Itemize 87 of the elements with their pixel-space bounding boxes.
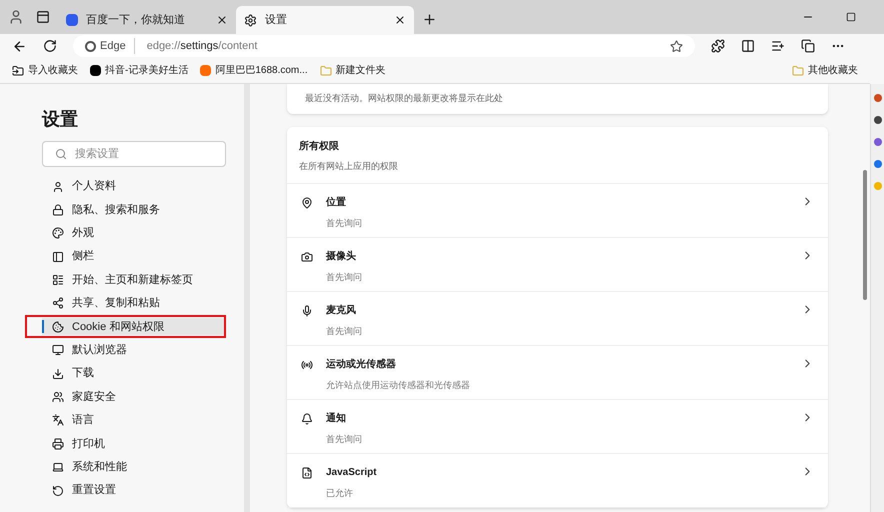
lock-icon xyxy=(52,204,64,216)
signal-icon xyxy=(301,359,313,371)
maximize-icon[interactable] xyxy=(846,12,856,22)
url-text: edge://settings/content xyxy=(146,38,258,54)
settings-icon xyxy=(244,14,257,26)
nav-item[interactable]: 共享、复制和粘贴 xyxy=(42,294,226,312)
search-icon xyxy=(55,148,67,160)
profile-icon[interactable] xyxy=(8,9,24,25)
bookmark-item[interactable]: 阿里巴巴1688.com... xyxy=(200,63,308,78)
settings-title: 设置 xyxy=(42,108,79,131)
collections-icon[interactable] xyxy=(801,39,815,53)
nav-item[interactable]: 打印机 xyxy=(42,435,226,452)
panel-icon xyxy=(52,250,64,263)
location-pin-icon xyxy=(301,197,313,209)
bookmark-item[interactable]: 新建文件夹 xyxy=(320,63,386,78)
nav-item[interactable]: 重置设置 xyxy=(42,482,226,500)
permission-row[interactable]: 通知 首先询问 xyxy=(287,400,828,454)
share-icon xyxy=(52,297,64,310)
nav-item[interactable]: 家庭安全 xyxy=(42,388,226,406)
permission-status: 首先询问 xyxy=(326,325,363,338)
recent-activity-text: 最近没有活动。网站权限的最新更改将显示在此处 xyxy=(305,92,504,105)
permission-status: 首先询问 xyxy=(326,433,363,446)
permission-row[interactable]: 运动或光传感器 允许站点使用运动传感器和光传感器 xyxy=(287,346,828,400)
bookmark-item[interactable]: 抖音-记录美好生活 xyxy=(90,63,188,78)
monitor-icon xyxy=(52,344,64,356)
script-icon xyxy=(301,467,313,479)
tab-title: 百度一下，你就知道 xyxy=(86,12,186,28)
microphone-icon xyxy=(301,305,313,317)
bell-icon xyxy=(301,413,313,425)
profile-icon xyxy=(52,180,64,192)
permission-name: 摄像头 xyxy=(326,250,357,264)
palette-icon xyxy=(52,227,64,240)
new-tab-icon[interactable] xyxy=(422,12,437,27)
reset-icon xyxy=(52,484,64,497)
permission-name: 麦克风 xyxy=(326,304,357,318)
nav-item[interactable]: 隐私、搜索和服务 xyxy=(42,201,226,218)
section-title: 所有权限 xyxy=(299,140,340,154)
people-icon xyxy=(52,391,64,404)
search-field[interactable]: 搜索设置 xyxy=(42,141,226,167)
section-subtitle: 在所有网站上应用的权限 xyxy=(299,160,399,172)
nav-item[interactable]: 外观 xyxy=(42,224,226,242)
permission-name: JavaScript xyxy=(326,466,378,480)
browser-tab[interactable]: 设置 xyxy=(236,6,414,34)
favorite-star-icon[interactable] xyxy=(670,40,683,52)
permission-name: 通知 xyxy=(326,412,347,426)
nav-item[interactable]: 默认浏览器 xyxy=(42,342,226,359)
close-icon[interactable] xyxy=(394,14,406,26)
permission-status: 允许站点使用运动传感器和光传感器 xyxy=(326,379,471,392)
folder-icon xyxy=(320,64,332,76)
nav-item[interactable]: 个人资料 xyxy=(42,178,226,195)
extensions-icon[interactable] xyxy=(711,39,725,53)
laptop-icon xyxy=(52,461,64,474)
permission-name: 位置 xyxy=(326,196,347,210)
permission-row[interactable]: JavaScript 已允许 xyxy=(287,454,828,508)
tab-title: 设置 xyxy=(265,12,288,28)
permission-row[interactable]: 摄像头 首先询问 xyxy=(287,238,828,292)
import-icon xyxy=(12,64,24,76)
download-icon xyxy=(52,368,64,380)
printer-icon xyxy=(52,438,64,450)
cookie-icon xyxy=(52,320,64,333)
permission-row[interactable]: 位置 首先询问 xyxy=(287,184,828,238)
permission-row[interactable]: 麦克风 首先询问 xyxy=(287,292,828,346)
permission-status: 已允许 xyxy=(326,487,354,500)
layout-icon xyxy=(52,274,64,286)
tab-actions-icon[interactable] xyxy=(36,10,50,24)
permission-name: 运动或光传感器 xyxy=(326,358,397,372)
refresh-icon[interactable] xyxy=(43,39,57,53)
bookmark-item[interactable]: 导入收藏夹 xyxy=(12,63,78,78)
nav-item[interactable]: 开始、主页和新建标签页 xyxy=(42,272,226,289)
bookmark-item[interactable]: 其他收藏夹 xyxy=(792,63,858,78)
permission-status: 首先询问 xyxy=(326,271,363,284)
favorites-icon[interactable] xyxy=(771,39,785,53)
language-icon xyxy=(52,414,64,426)
address-field[interactable]: Edge edge://settings/content xyxy=(73,35,695,57)
permission-status: 首先询问 xyxy=(326,217,363,230)
back-icon[interactable] xyxy=(12,38,27,54)
nav-item[interactable]: 侧栏 xyxy=(42,248,226,266)
site-label: Edge xyxy=(100,38,135,54)
nav-item[interactable]: 语言 xyxy=(42,412,226,429)
nav-item[interactable]: 系统和性能 xyxy=(42,458,226,476)
nav-item[interactable]: Cookie 和网站权限 xyxy=(42,318,224,336)
camera-icon xyxy=(301,251,313,263)
close-icon[interactable] xyxy=(216,14,228,26)
split-screen-icon[interactable] xyxy=(741,39,755,53)
folder-icon xyxy=(792,64,804,76)
nav-item[interactable]: 下载 xyxy=(42,365,226,382)
browser-tab[interactable]: 百度一下，你就知道 xyxy=(58,6,236,34)
